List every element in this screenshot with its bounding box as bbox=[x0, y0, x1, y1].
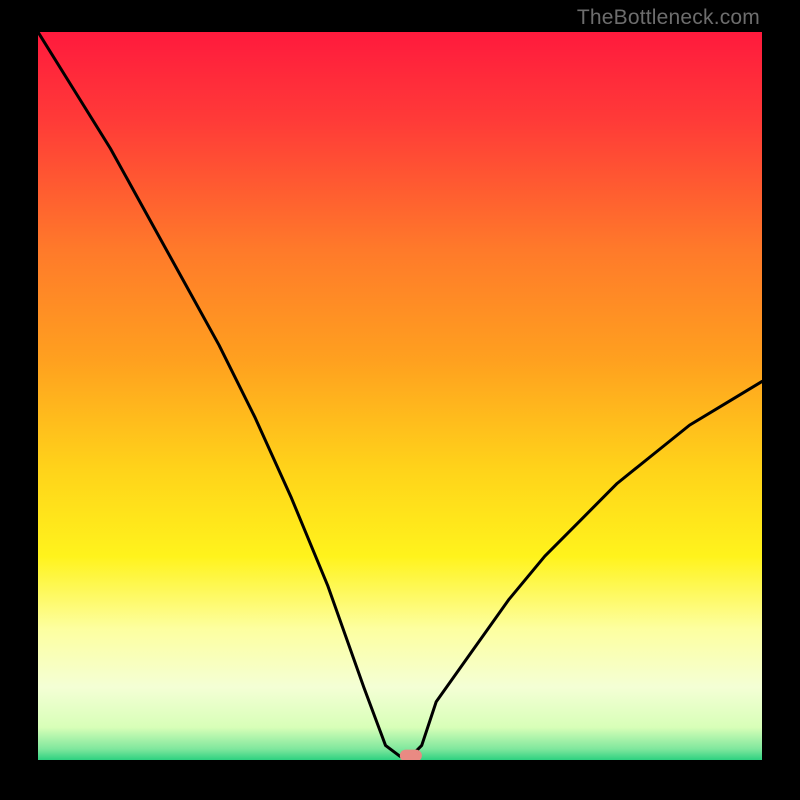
watermark-text: TheBottleneck.com bbox=[577, 6, 760, 30]
chart-svg bbox=[38, 32, 762, 760]
bottleneck-marker bbox=[400, 750, 422, 760]
plot-area bbox=[38, 32, 762, 760]
chart-background bbox=[38, 32, 762, 760]
chart-container: TheBottleneck.com bbox=[0, 0, 800, 800]
